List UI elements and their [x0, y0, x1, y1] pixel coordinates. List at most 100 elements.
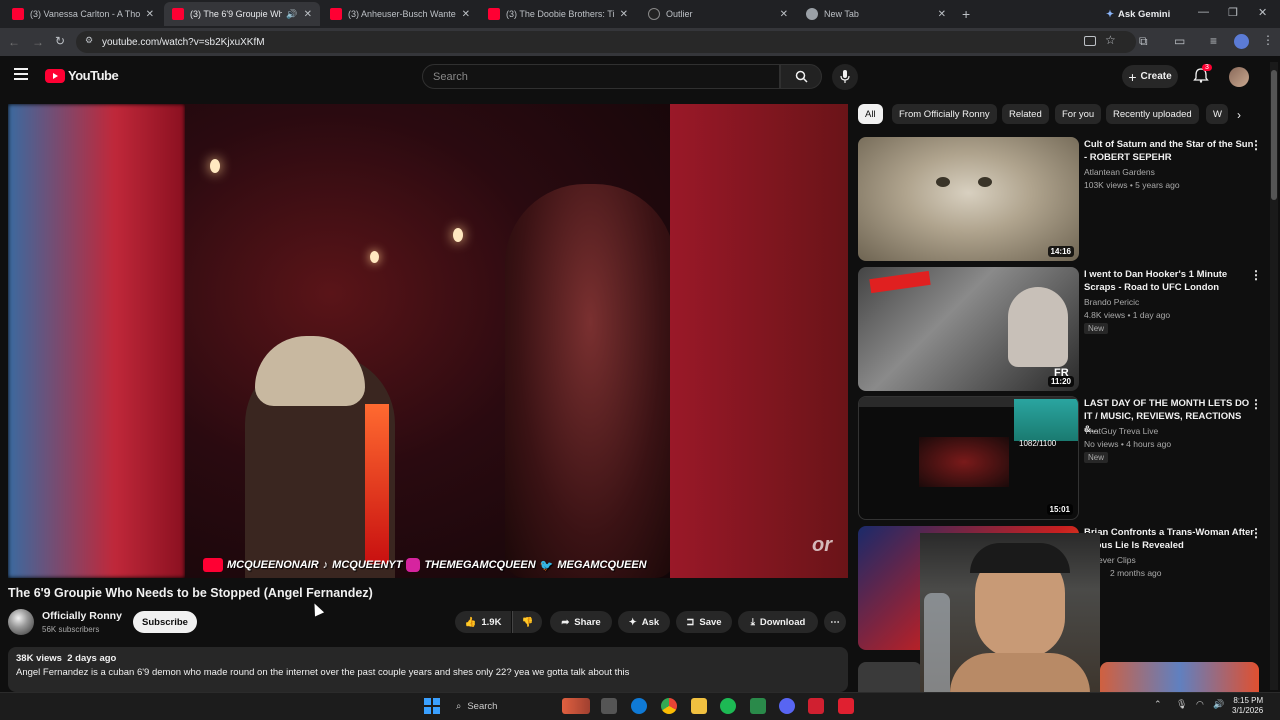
site-info-icon[interactable]: ⚙: [85, 35, 93, 46]
create-button[interactable]: + Create: [1122, 65, 1178, 88]
spotify-icon[interactable]: [720, 698, 736, 714]
close-icon[interactable]: ✕: [462, 9, 470, 20]
ask-gemini-button[interactable]: ✦ Ask Gemini: [1106, 6, 1176, 22]
rec-title[interactable]: I went to Dan Hooker's 1 Minute Scraps -…: [1084, 268, 1256, 294]
browser-tab[interactable]: (3) Vanessa Carlton - A Thousa ✕: [4, 2, 162, 26]
wifi-icon[interactable]: ◠: [1196, 699, 1204, 710]
browser-tab[interactable]: (3) Anheuser-Busch Wanted A ✕: [322, 2, 478, 26]
media-controls-icon[interactable]: ≡: [1210, 34, 1217, 48]
close-icon[interactable]: ✕: [620, 9, 628, 20]
bookmark-star-icon[interactable]: ☆: [1105, 33, 1116, 47]
video-person-right: [505, 184, 670, 578]
chip-related[interactable]: Related: [1002, 104, 1049, 124]
app-icon[interactable]: [750, 698, 766, 714]
install-icon[interactable]: [1084, 36, 1096, 46]
rec-title[interactable]: Brian Confronts a Trans-Woman After erio…: [1084, 526, 1256, 552]
bookmark-icon: ⊐: [686, 616, 695, 628]
speaker-icon[interactable]: 🔊: [286, 9, 297, 20]
video-light: [370, 251, 379, 263]
reload-icon[interactable]: ↻: [55, 34, 65, 48]
save-button[interactable]: ⊐ Save: [676, 611, 732, 633]
rec-thumbnail-partial[interactable]: [1100, 662, 1259, 692]
microphone-icon[interactable]: 🎙: [1176, 699, 1187, 710]
rec-channel[interactable]: ThatGuy Treva Live: [1084, 426, 1158, 436]
channel-watermark[interactable]: or: [812, 534, 832, 557]
rec-thumbnail[interactable]: 14:16: [858, 137, 1079, 261]
rec-thumbnail-partial[interactable]: [858, 662, 922, 692]
youtube-logo[interactable]: YouTube: [45, 68, 119, 83]
tray-chevron-icon[interactable]: ⌃: [1154, 699, 1162, 710]
overlay-handle: THEMEGAMCQUEEN: [424, 559, 536, 571]
rec-channel[interactable]: ever Clips: [1098, 555, 1136, 565]
chrome-menu-icon[interactable]: ⋮: [1262, 33, 1274, 47]
task-view-icon[interactable]: [601, 698, 617, 714]
description-box[interactable]: 38K views 2 days ago Angel Fernandez is …: [8, 647, 848, 692]
browser-tab[interactable]: (3) The Doobie Brothers: Tiny D ✕: [480, 2, 636, 26]
views-date: 38K views 2 days ago: [16, 653, 117, 664]
edge-icon[interactable]: [631, 698, 647, 714]
close-icon[interactable]: ✕: [780, 9, 788, 20]
notifications-button[interactable]: 3: [1193, 64, 1212, 85]
close-icon[interactable]: ✕: [938, 9, 946, 20]
discord-icon[interactable]: [779, 698, 795, 714]
maximize-icon[interactable]: ❐: [1228, 6, 1238, 19]
rec-channel[interactable]: Brando Pericic: [1084, 297, 1139, 307]
browser-tab[interactable]: Outlier ✕: [640, 2, 796, 26]
address-bar[interactable]: ⚙ youtube.com/watch?v=sb2KjxuXKfM: [76, 31, 1136, 53]
rec-title[interactable]: Cult of Saturn and the Star of the Sun -…: [1084, 138, 1256, 164]
window-close-icon[interactable]: ✕: [1258, 6, 1267, 19]
chip-recently-uploaded[interactable]: Recently uploaded: [1106, 104, 1199, 124]
close-icon[interactable]: ✕: [304, 9, 312, 20]
widgets-icon[interactable]: [562, 698, 590, 714]
close-icon[interactable]: ✕: [146, 9, 154, 20]
video-player[interactable]: MCQUEENONAIR ♪ MCQUEENYT THEMEGAMCQUEEN …: [8, 104, 848, 578]
extensions-icon[interactable]: ⧉: [1139, 34, 1148, 49]
chip-from-channel[interactable]: From Officially Ronny: [892, 104, 997, 124]
voice-search-button[interactable]: [832, 64, 858, 90]
rec-channel[interactable]: Atlantean Gardens: [1084, 167, 1155, 177]
dislike-button[interactable]: 👎: [512, 611, 542, 633]
channel-name[interactable]: Officially Ronny: [42, 610, 122, 622]
recording-app-icon[interactable]: [838, 698, 854, 714]
windows-start-icon[interactable]: [424, 698, 440, 714]
like-button[interactable]: 👍 1.9K: [455, 611, 511, 633]
chevron-right-icon[interactable]: ›: [1237, 108, 1241, 122]
more-actions-button[interactable]: ⋯: [824, 611, 846, 633]
more-vertical-icon[interactable]: ⋮: [1250, 268, 1262, 282]
browser-tab-active[interactable]: (3) The 6'9 Groupie Who N 🔊 ✕: [164, 2, 320, 26]
minimize-icon[interactable]: —: [1198, 6, 1209, 18]
taskbar-clock[interactable]: 8:15 PM 3/1/2026: [1232, 696, 1263, 716]
profile-avatar[interactable]: [1234, 34, 1249, 49]
rec-thumbnail[interactable]: FR 11:20: [858, 267, 1079, 391]
chip-partial[interactable]: W: [1206, 104, 1228, 124]
forward-icon[interactable]: →: [32, 35, 44, 49]
video-frame: [185, 104, 670, 578]
chip-for-you[interactable]: For you: [1055, 104, 1102, 124]
browser-tab[interactable]: New Tab ✕: [798, 2, 954, 26]
more-vertical-icon[interactable]: ⋮: [1250, 526, 1262, 540]
more-vertical-icon[interactable]: ⋮: [1250, 397, 1262, 411]
file-explorer-icon[interactable]: [691, 698, 707, 714]
volume-icon[interactable]: 🔊: [1213, 699, 1224, 710]
rec-thumbnail[interactable]: 1082/1100 15:01: [858, 396, 1079, 520]
share-button[interactable]: ➦ Share: [550, 611, 612, 633]
subscribe-button[interactable]: Subscribe: [133, 611, 197, 633]
search-input[interactable]: Search: [422, 64, 780, 89]
channel-avatar[interactable]: [8, 609, 34, 635]
chrome-icon[interactable]: [661, 698, 677, 714]
scrollbar-thumb[interactable]: [1271, 70, 1277, 200]
ask-button[interactable]: ✦ Ask: [618, 611, 670, 633]
hamburger-menu-icon[interactable]: [14, 68, 28, 80]
side-panel-icon[interactable]: ▭: [1174, 34, 1185, 48]
chip-all[interactable]: All: [858, 104, 883, 124]
app-icon[interactable]: [808, 698, 824, 714]
video-heater-light: [365, 404, 389, 564]
more-vertical-icon[interactable]: ⋮: [1250, 138, 1262, 152]
account-avatar[interactable]: [1229, 67, 1249, 87]
taskbar-search[interactable]: ⌕ Search: [450, 697, 550, 715]
search-button[interactable]: [780, 64, 822, 89]
instagram-icon: [406, 558, 421, 572]
back-icon[interactable]: ←: [8, 35, 20, 49]
download-button[interactable]: ⤓ Download: [738, 611, 818, 633]
new-tab-button[interactable]: +: [962, 6, 970, 22]
